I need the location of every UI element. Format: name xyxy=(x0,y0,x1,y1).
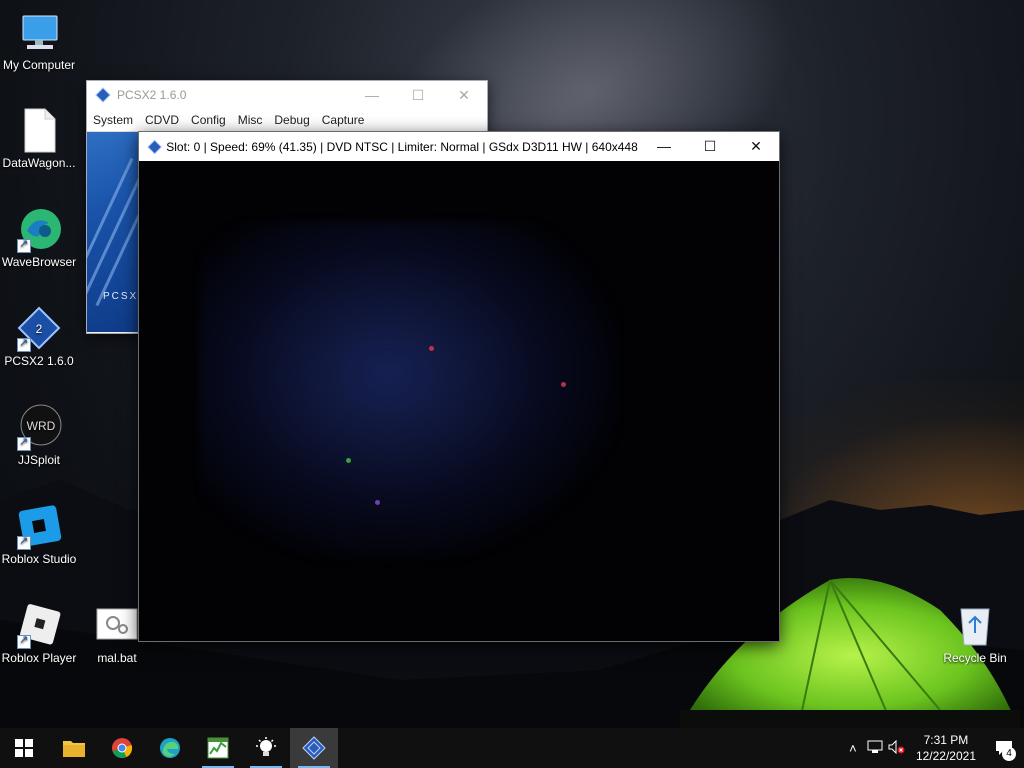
menu-debug[interactable]: Debug xyxy=(268,113,315,127)
game-purple-light xyxy=(375,500,380,505)
action-center-button[interactable]: 4 xyxy=(984,728,1024,768)
pcsx2-icon xyxy=(147,139,162,154)
shortcut-arrow-icon xyxy=(17,534,31,550)
taskbar-chrome[interactable] xyxy=(98,728,146,768)
roblox-player-icon xyxy=(15,601,63,649)
taskbar-tips[interactable] xyxy=(242,728,290,768)
taskbar-task-manager[interactable] xyxy=(194,728,242,768)
close-icon[interactable]: ✕ xyxy=(733,132,779,161)
main-menubar: System CDVD Config Misc Debug Capture xyxy=(87,109,487,132)
volume-muted-icon[interactable] xyxy=(886,739,908,757)
wavebrowser-icon xyxy=(15,205,63,253)
desktop-icon-wavebrowser[interactable]: WaveBrowser xyxy=(0,205,81,269)
task-manager-icon xyxy=(207,737,229,759)
menu-capture[interactable]: Capture xyxy=(316,113,371,127)
svg-text:2: 2 xyxy=(36,322,43,336)
desktop-icon-recycle-bin[interactable]: Recycle Bin xyxy=(933,601,1017,665)
game-red-light xyxy=(561,382,566,387)
file-explorer-icon xyxy=(63,741,85,757)
pcsx2-banner-image: PCSX2 xyxy=(87,132,139,332)
minimize-icon[interactable]: — xyxy=(349,87,395,104)
main-window-title: PCSX2 1.6.0 xyxy=(117,88,187,102)
network-icon[interactable] xyxy=(864,740,886,757)
icon-label: My Computer xyxy=(2,58,76,72)
batch-file-gear-icon xyxy=(93,601,141,649)
clock-date: 12/22/2021 xyxy=(915,749,976,763)
desktop-icon-pcsx2[interactable]: 2 PCSX2 1.6.0 xyxy=(0,304,81,368)
main-window-titlebar[interactable]: PCSX2 1.6.0 — ☐ ✕ xyxy=(87,81,487,109)
menu-system[interactable]: System xyxy=(87,113,139,127)
desktop-icon-roblox-studio[interactable]: Roblox Studio xyxy=(0,502,81,566)
game-window-titlebar[interactable]: Slot: 0 | Speed: 69% (41.35) | DVD NTSC … xyxy=(139,132,779,161)
menu-cdvd[interactable]: CDVD xyxy=(139,113,185,127)
start-button[interactable] xyxy=(0,728,48,768)
taskbar-pcsx2[interactable] xyxy=(290,728,338,768)
windows-start-icon xyxy=(15,739,33,757)
jjsploit-icon: WRD xyxy=(15,403,63,451)
icon-label: Recycle Bin xyxy=(943,651,1007,665)
icon-label: Roblox Studio xyxy=(1,552,77,566)
taskbar-file-explorer[interactable] xyxy=(50,728,98,768)
svg-text:WRD: WRD xyxy=(27,419,56,433)
menu-config[interactable]: Config xyxy=(185,113,232,127)
notification-count-badge: 4 xyxy=(1002,747,1016,761)
shortcut-arrow-icon xyxy=(17,336,31,352)
shortcut-arrow-icon xyxy=(17,435,31,451)
taskbar-edge[interactable] xyxy=(146,728,194,768)
menu-misc[interactable]: Misc xyxy=(232,113,269,127)
recycle-bin-icon xyxy=(951,601,999,649)
pcsx2-logo-icon: 2 xyxy=(15,304,63,352)
desktop-icon-datawagon[interactable]: DataWagon... xyxy=(0,106,81,170)
icon-label: JJSploit xyxy=(17,453,61,467)
maximize-icon[interactable]: ☐ xyxy=(687,132,733,161)
shortcut-arrow-icon xyxy=(17,633,31,649)
chevron-up-icon[interactable]: ˄ xyxy=(842,741,864,756)
desktop-icon-jjsploit[interactable]: WRD JJSploit xyxy=(0,403,81,467)
chrome-icon xyxy=(112,738,133,759)
shortcut-arrow-icon xyxy=(17,237,31,253)
minimize-icon[interactable]: — xyxy=(641,132,687,161)
icon-label: PCSX2 1.6.0 xyxy=(4,354,74,368)
close-icon[interactable]: ✕ xyxy=(441,87,487,104)
icon-label: Roblox Player xyxy=(1,651,77,665)
taskbar-clock[interactable]: 7:31 PM 12/22/2021 xyxy=(908,732,984,764)
pcsx2-icon xyxy=(302,736,326,760)
game-scene-nebula xyxy=(199,221,619,561)
computer-icon xyxy=(15,8,63,56)
icon-label: mal.bat xyxy=(97,651,137,665)
window-controls: — ☐ ✕ xyxy=(641,132,779,161)
pcsx2-icon xyxy=(95,87,111,103)
banner-logo-text: PCSX2 xyxy=(103,291,139,302)
game-window-title: Slot: 0 | Speed: 69% (41.35) | DVD NTSC … xyxy=(166,139,641,154)
maximize-icon[interactable]: ☐ xyxy=(395,87,441,104)
system-tray: ˄ 7:31 PM 12/22/2021 4 xyxy=(842,728,1024,768)
window-controls: — ☐ ✕ xyxy=(349,87,487,104)
icon-label: WaveBrowser xyxy=(1,255,77,269)
tips-lightbulb-icon xyxy=(256,737,276,756)
document-file-icon xyxy=(15,106,63,154)
desktop-icon-my-computer[interactable]: My Computer xyxy=(0,8,81,72)
edge-icon xyxy=(160,738,180,758)
pcsx2-game-window[interactable]: Slot: 0 | Speed: 69% (41.35) | DVD NTSC … xyxy=(138,131,780,642)
roblox-studio-icon xyxy=(15,502,63,550)
icon-label: DataWagon... xyxy=(2,156,76,170)
taskbar: ˄ 7:31 PM 12/22/2021 4 xyxy=(0,728,1024,768)
desktop-icon-roblox-player[interactable]: Roblox Player xyxy=(0,601,81,665)
game-red-light xyxy=(429,346,434,351)
game-render-area[interactable] xyxy=(139,161,779,641)
clock-time: 7:31 PM xyxy=(923,733,969,747)
game-green-light xyxy=(346,458,351,463)
